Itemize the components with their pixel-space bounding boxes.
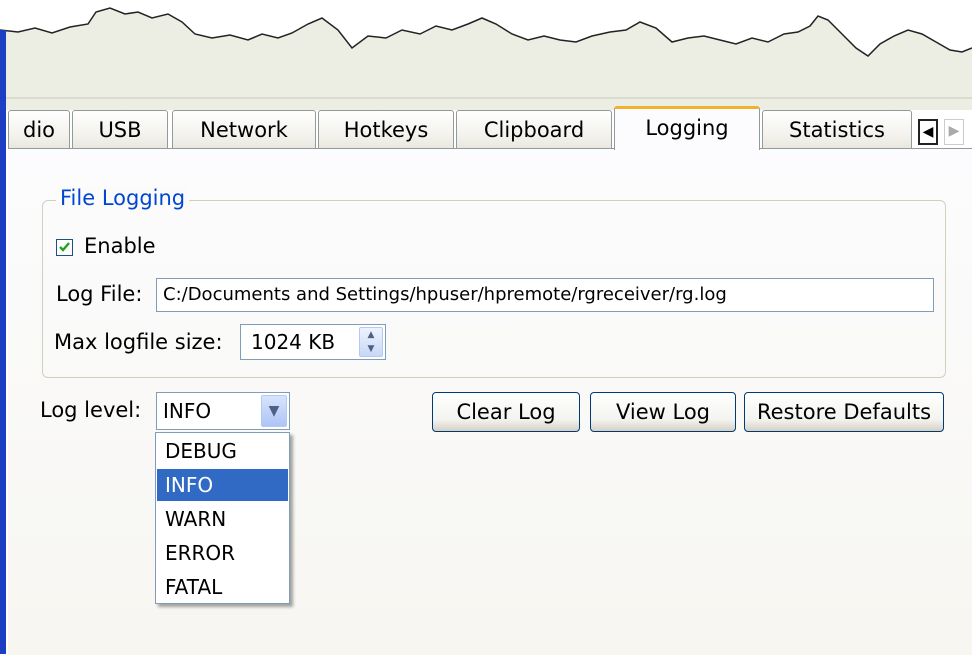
button-label: View Log: [615, 400, 711, 424]
tab-network[interactable]: Network: [172, 110, 316, 148]
button-label: Clear Log: [456, 400, 556, 424]
spin-down-icon[interactable]: ▼: [360, 342, 382, 356]
log-file-input[interactable]: C:/Documents and Settings/hpuser/hpremot…: [156, 278, 934, 312]
dropdown-option-selected[interactable]: INFO: [157, 469, 288, 501]
tab-audio[interactable]: dio: [8, 110, 70, 148]
tab-clipboard[interactable]: Clipboard: [456, 110, 612, 148]
enable-label: Enable: [84, 234, 156, 258]
group-title: File Logging: [56, 186, 190, 210]
tab-label: Hotkeys: [343, 118, 429, 142]
max-logfile-size-spinbox[interactable]: 1024 KB ▲ ▼: [240, 324, 386, 360]
enable-checkbox[interactable]: [56, 239, 73, 256]
spin-value: 1024 KB: [251, 330, 336, 354]
dropdown-option[interactable]: WARN: [157, 503, 288, 535]
dropdown-option[interactable]: FATAL: [157, 571, 288, 603]
restore-defaults-button[interactable]: Restore Defaults: [744, 392, 944, 432]
dropdown-option[interactable]: ERROR: [157, 537, 288, 569]
torn-edge-graphic: [0, 7, 972, 110]
button-label: Restore Defaults: [756, 400, 932, 424]
arrow-right-icon: ▶: [948, 123, 960, 139]
tab-scroll-right-button[interactable]: ▶: [944, 119, 964, 145]
clear-log-button[interactable]: Clear Log: [432, 392, 580, 432]
combo-value: INFO: [163, 399, 212, 423]
spin-up-icon[interactable]: ▲: [360, 328, 382, 342]
tab-label: Logging: [645, 116, 729, 140]
dropdown-option[interactable]: DEBUG: [157, 435, 288, 467]
tab-statistics[interactable]: Statistics: [762, 110, 912, 148]
spin-buttons[interactable]: ▲ ▼: [359, 327, 383, 357]
log-level-dropdown-list: DEBUG INFO WARN ERROR FATAL: [155, 432, 290, 604]
tab-label: dio: [22, 118, 55, 142]
view-log-button[interactable]: View Log: [590, 392, 736, 432]
tab-logging[interactable]: Logging: [614, 106, 760, 150]
log-level-combobox[interactable]: INFO ▼: [156, 392, 290, 430]
tab-label: USB: [98, 118, 142, 142]
checkmark-icon: [59, 242, 70, 252]
tab-label: Statistics: [789, 118, 885, 142]
chevron-down-icon[interactable]: ▼: [261, 395, 287, 427]
tab-label: Network: [200, 118, 288, 142]
tab-hotkeys[interactable]: Hotkeys: [318, 110, 454, 148]
tab-usb[interactable]: USB: [72, 110, 168, 148]
log-level-label: Log level:: [40, 398, 142, 422]
log-file-label: Log File:: [56, 282, 143, 306]
arrow-left-icon: ◀: [922, 124, 934, 140]
window-left-border: [0, 30, 6, 654]
tab-label: Clipboard: [483, 118, 585, 142]
max-logfile-size-label: Max logfile size:: [54, 330, 223, 354]
tab-scroll-left-button[interactable]: ◀: [918, 119, 938, 145]
